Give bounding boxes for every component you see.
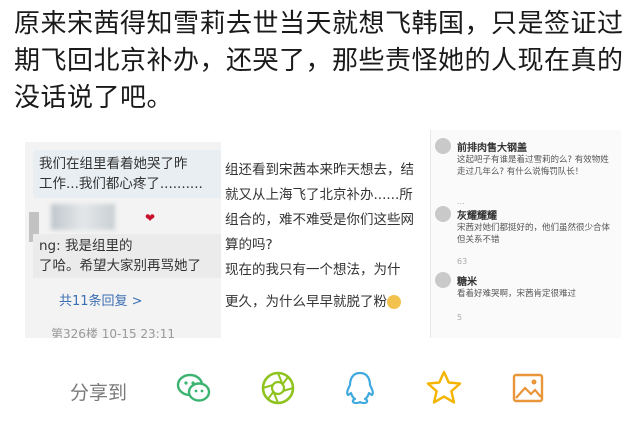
comment-text: 我们在组里看着她哭了昨: [39, 156, 188, 172]
post-text: 组合的，难不难受是你们这些网: [225, 212, 414, 228]
screenshot-right: 前排肉售大钢盖 这起吧子有谁是着过雪莉的么? 有效物姓走过几年么? 有什么说悔罚…: [430, 130, 621, 338]
like-count: 5: [457, 313, 463, 322]
qq-icon[interactable]: [340, 368, 380, 408]
comment-text: 工作...我们都心疼了..........: [39, 176, 203, 192]
post-text: 算的吗?: [225, 237, 273, 253]
more-replies-link[interactable]: 共11条回复 >: [59, 292, 143, 312]
blurred-username: [51, 204, 115, 230]
post-text: 组还看到宋茜本来昨天想去，结: [225, 162, 414, 178]
screenshot-collage: 我们在组里看着她哭了昨 工作...我们都心疼了.......... ❤ ng: …: [25, 128, 621, 340]
share-label: 分享到: [70, 382, 128, 404]
post-text: 更久，为什么早早就脱了粉: [225, 294, 387, 310]
avatar: [435, 272, 451, 288]
avatar: [435, 138, 451, 154]
comment-body: 这起吧子有谁是着过雪莉的么? 有效物姓走过几年么? 有什么说悔罚队长！: [457, 155, 609, 177]
broken-heart-icon: ❤: [145, 211, 156, 225]
wechat-icon[interactable]: [174, 368, 214, 408]
screenshot-left: 我们在组里看着她哭了昨 工作...我们都心疼了.......... ❤ ng: …: [25, 142, 223, 338]
post-headline: 原来宋茜得知雪莉去世当天就想飞韩国，只是签证过期飞回北京补办，还哭了，那些责怪她…: [14, 9, 624, 113]
avatar: [435, 206, 451, 222]
comment-bubble: 我们在组里看着她哭了昨 工作...我们都心疼了..........: [33, 150, 223, 198]
comment-body: 看着好难哭啊，宋茜肯定很难过: [457, 289, 577, 299]
crying-emoji-icon: [387, 295, 401, 309]
like-count: 63: [457, 257, 468, 266]
post-text: 现在的我只有一个想法，为什: [225, 262, 401, 278]
reply-bubble: ng: 我是组里的 了哈。希望大家别再骂她了: [33, 234, 223, 278]
floor-meta: 第326楼 10-15 23:11: [51, 327, 175, 338]
reply-text: ng: 我是组里的: [39, 238, 133, 254]
post-text-last: 更久，为什么早早就脱了粉: [225, 292, 419, 317]
moments-icon[interactable]: [258, 368, 298, 408]
image-icon[interactable]: [508, 368, 548, 408]
post-text: 就又从上海飞了北京补办......所: [225, 187, 413, 203]
comment-body: 宋茜对她们都挺好的，他们虽然很少合体但关系不错: [457, 223, 611, 245]
favorite-star-icon[interactable]: [424, 368, 464, 408]
screenshot-middle: 组还看到宋茜本来昨天想去，结 就又从上海飞了北京补办......所 组合的，难不…: [221, 128, 419, 340]
share-bar: 分享到: [0, 358, 640, 418]
reply-text: 了哈。希望大家别再骂她了: [39, 258, 201, 274]
